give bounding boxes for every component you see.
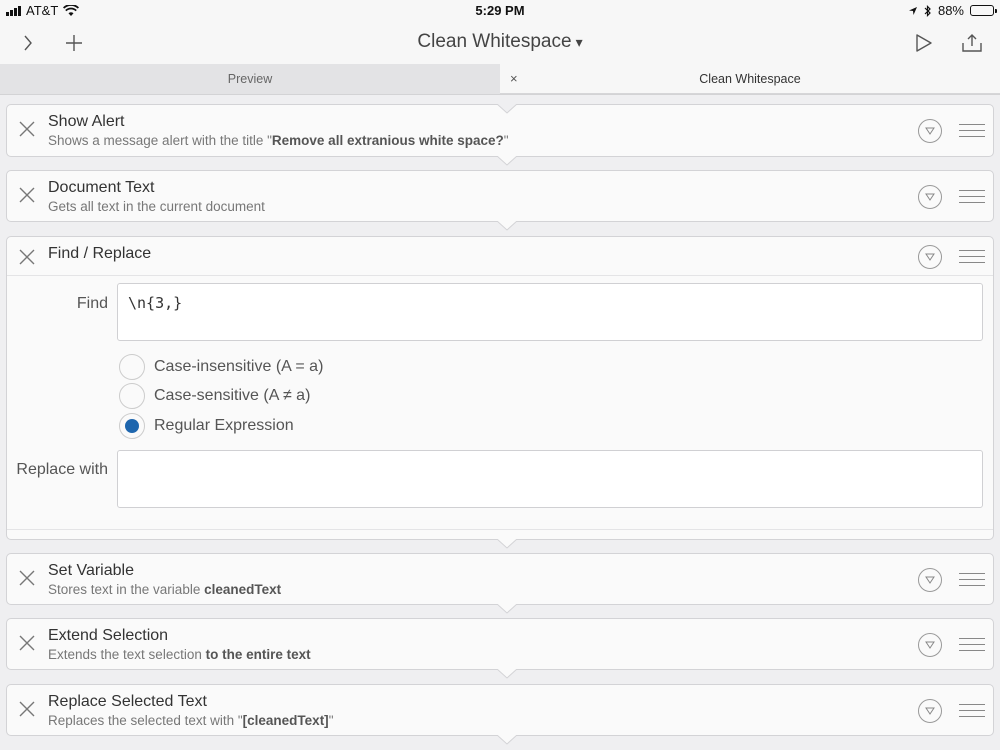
connector-notch	[497, 221, 517, 231]
replace-label: Replace with	[16, 461, 108, 478]
option-case-insensitive[interactable]: Case-insensitive (A = a)	[119, 354, 323, 380]
drag-handle-icon[interactable]	[959, 190, 985, 204]
battery-icon	[970, 5, 997, 16]
tab-preview[interactable]: Preview	[0, 64, 500, 94]
option-label: Case-insensitive (A = a)	[154, 358, 324, 375]
location-icon	[908, 6, 917, 15]
drag-handle-icon[interactable]	[959, 573, 985, 587]
connector-notch	[497, 104, 517, 114]
action-set-variable[interactable]: Set Variable Stores text in the variable…	[6, 553, 994, 614]
remove-action-icon[interactable]	[19, 187, 35, 203]
remove-action-icon[interactable]	[19, 635, 35, 651]
expand-toggle-icon[interactable]	[918, 185, 942, 209]
connector-notch	[497, 735, 517, 745]
bluetooth-icon	[924, 4, 931, 17]
action-subtitle: Extends the text selection to the entire…	[48, 647, 311, 662]
remove-action-icon[interactable]	[19, 701, 35, 717]
nav-bar: Clean Whitespace ▾	[0, 22, 1000, 64]
action-replace-selected-text[interactable]: Replace Selected Text Replaces the selec…	[6, 684, 994, 745]
caret-down-icon: ▾	[575, 34, 583, 50]
battery-percent: 88%	[937, 3, 964, 18]
divider	[7, 275, 993, 276]
find-label: Find	[76, 295, 108, 312]
expand-toggle-icon[interactable]	[918, 568, 942, 592]
drag-handle-icon[interactable]	[959, 250, 985, 264]
option-case-sensitive[interactable]: Case-sensitive (A ≠ a)	[119, 383, 310, 409]
action-show-alert[interactable]: Show Alert Shows a message alert with th…	[6, 104, 994, 166]
share-icon[interactable]	[956, 28, 988, 58]
option-regular-expression[interactable]: Regular Expression	[119, 413, 294, 439]
expand-toggle-icon[interactable]	[918, 119, 942, 143]
action-title: Replace Selected Text	[48, 693, 207, 710]
collapse-toggle-icon[interactable]	[918, 245, 942, 269]
tab-close-icon[interactable]: ×	[510, 64, 518, 94]
expand-toggle-icon[interactable]	[918, 699, 942, 723]
action-document-text[interactable]: Document Text Gets all text in the curre…	[6, 170, 994, 231]
divider	[7, 529, 993, 530]
status-time: 5:29 PM	[475, 3, 525, 18]
workflow-title[interactable]: Clean Whitespace ▾	[0, 31, 1000, 53]
action-title: Set Variable	[48, 562, 134, 579]
drag-handle-icon[interactable]	[959, 704, 985, 718]
radio-unselected[interactable]	[119, 354, 145, 380]
action-subtitle: Stores text in the variable cleanedText	[48, 582, 282, 597]
connector-notch	[497, 156, 517, 166]
action-title: Find / Replace	[48, 245, 152, 262]
connector-notch	[497, 539, 517, 549]
drag-handle-icon[interactable]	[959, 124, 985, 138]
expand-toggle-icon[interactable]	[918, 633, 942, 657]
radio-unselected[interactable]	[119, 383, 145, 409]
drag-handle-icon[interactable]	[959, 638, 985, 652]
remove-action-icon[interactable]	[19, 121, 35, 137]
status-bar: AT&T 5:29 PM 88%	[0, 0, 1000, 22]
play-icon[interactable]	[908, 28, 940, 58]
option-label: Case-sensitive (A ≠ a)	[154, 387, 311, 404]
remove-action-icon[interactable]	[19, 570, 35, 586]
find-field[interactable]: \n{3,}	[117, 283, 983, 341]
connector-notch	[497, 669, 517, 679]
tab-bar: Preview × Clean Whitespace	[0, 64, 1000, 94]
action-title: Document Text	[48, 179, 155, 196]
tab-clean-whitespace[interactable]: × Clean Whitespace	[500, 64, 1000, 94]
radio-selected[interactable]	[119, 413, 145, 439]
action-subtitle: Gets all text in the current document	[48, 199, 265, 214]
action-subtitle: Shows a message alert with the title "Re…	[48, 133, 509, 148]
remove-action-icon[interactable]	[19, 249, 35, 265]
action-title: Extend Selection	[48, 627, 169, 644]
action-extend-selection[interactable]: Extend Selection Extends the text select…	[6, 618, 994, 679]
action-subtitle: Replaces the selected text with "[cleane…	[48, 713, 334, 728]
action-title: Show Alert	[48, 113, 125, 130]
connector-notch	[497, 604, 517, 614]
divider	[0, 94, 1000, 95]
replace-field[interactable]	[117, 450, 983, 508]
action-find-replace[interactable]: Find / Replace Find \n{3,} Case-insensit…	[6, 236, 994, 549]
option-label: Regular Expression	[154, 417, 294, 434]
